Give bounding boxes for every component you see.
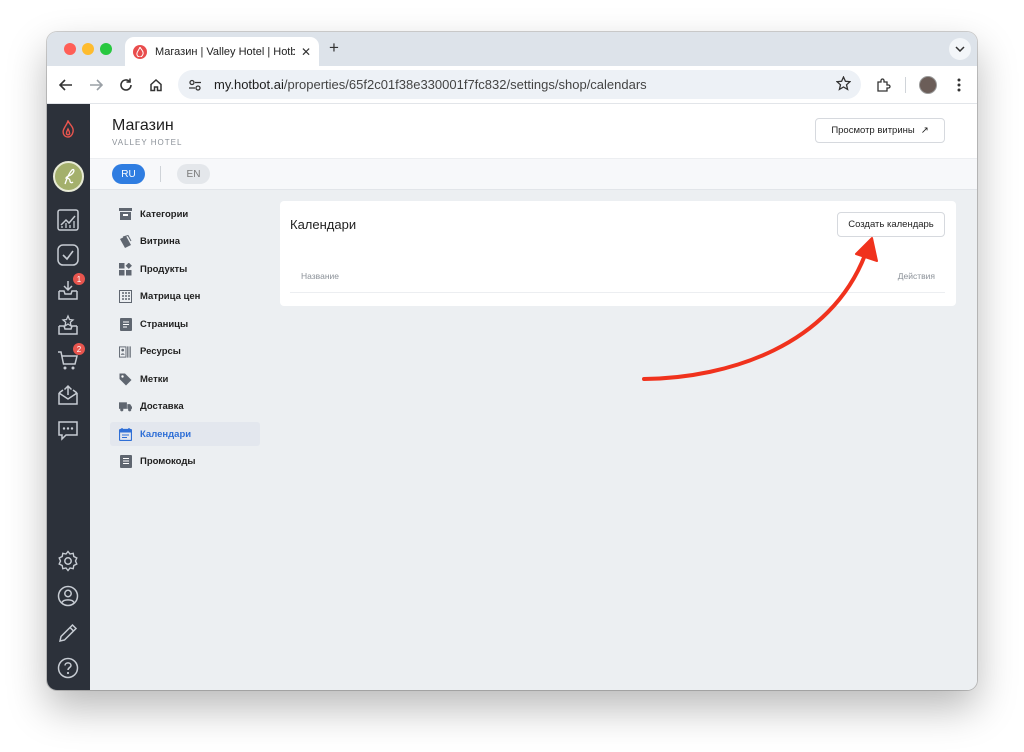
- toolbar-divider: [905, 77, 906, 93]
- user-profile-icon[interactable]: [55, 583, 81, 609]
- column-header-actions: Действия: [897, 271, 935, 281]
- lang-divider: [160, 166, 161, 182]
- app-viewport: 1 2 Магазин VALLEY HOTEL Просмотр витрин…: [47, 104, 977, 690]
- lang-ru-button[interactable]: RU: [112, 164, 145, 184]
- forward-arrow-icon[interactable]: [86, 75, 106, 95]
- cart-badge: 2: [73, 343, 85, 355]
- address-bar[interactable]: my.hotbot.ai/properties/65f2c01f38e33000…: [178, 70, 861, 99]
- calendar-icon: [119, 427, 132, 441]
- analytics-chart-icon[interactable]: [55, 207, 81, 233]
- tab-close-icon[interactable]: ✕: [301, 45, 311, 59]
- kebab-menu-icon[interactable]: [949, 75, 969, 95]
- profile-avatar[interactable]: [919, 76, 937, 94]
- chat-bubble-icon[interactable]: [55, 417, 81, 443]
- sidebar-item-tags[interactable]: Метки: [110, 367, 260, 391]
- new-tab-button[interactable]: +: [329, 38, 339, 58]
- sidebar-item-promocodes[interactable]: Промокоды: [110, 450, 260, 474]
- tab-title: Магазин | Valley Hotel | Hotbot: [155, 45, 295, 58]
- home-icon[interactable]: [146, 75, 166, 95]
- browser-toolbar: my.hotbot.ai/properties/65f2c01f38e33000…: [47, 66, 977, 104]
- bookmark-star-icon[interactable]: [835, 75, 852, 96]
- pages-icon: [119, 317, 132, 331]
- preview-storefront-label: Просмотр витрины: [831, 125, 915, 136]
- site-settings-icon[interactable]: [188, 78, 202, 92]
- back-arrow-icon[interactable]: [56, 75, 76, 95]
- tab-search-chevron-icon[interactable]: [949, 38, 971, 60]
- reload-icon[interactable]: [116, 75, 136, 95]
- edit-pencil-icon[interactable]: [55, 620, 81, 646]
- browser-window: Магазин | Valley Hotel | Hotbot ✕ + my.h…: [47, 32, 977, 690]
- browser-tab[interactable]: Магазин | Valley Hotel | Hotbot ✕: [125, 37, 319, 66]
- sidebar-item-calendars[interactable]: Календари: [110, 422, 260, 446]
- reviews-star-icon[interactable]: [55, 312, 81, 338]
- resources-icon: [119, 345, 132, 358]
- url-text: my.hotbot.ai/properties/65f2c01f38e33000…: [214, 77, 647, 92]
- sidebar-item-price-matrix[interactable]: Матрица цен: [110, 285, 260, 309]
- language-switcher: RU EN: [90, 158, 977, 190]
- settings-gear-icon[interactable]: [55, 548, 81, 574]
- property-avatar[interactable]: [53, 161, 84, 192]
- mail-send-icon[interactable]: [55, 382, 81, 408]
- sidebar-item-pages[interactable]: Страницы: [110, 312, 260, 336]
- hotbot-favicon-icon: [133, 44, 147, 59]
- help-question-icon[interactable]: [55, 655, 81, 681]
- tag-icon: [119, 373, 132, 386]
- category-icon: [119, 208, 132, 221]
- column-header-name[interactable]: Название: [301, 271, 339, 281]
- sidebar-item-categories[interactable]: Категории: [110, 202, 260, 226]
- left-rail: 1 2: [47, 104, 90, 690]
- page-header: Магазин VALLEY HOTEL Просмотр витрины ↗: [90, 104, 977, 158]
- lang-en-button[interactable]: EN: [177, 164, 210, 184]
- inbox-badge: 1: [73, 273, 85, 285]
- sidebar-item-showcase[interactable]: Витрина: [110, 230, 260, 254]
- tasks-check-icon[interactable]: [55, 242, 81, 268]
- sidebar-item-delivery[interactable]: Доставка: [110, 395, 260, 419]
- preview-storefront-button[interactable]: Просмотр витрины ↗: [815, 118, 945, 143]
- products-icon: [119, 262, 132, 276]
- shop-settings-nav: Категории Витрина Продукты Матрица цен С…: [110, 202, 260, 477]
- inbox-download-icon[interactable]: 1: [55, 273, 85, 303]
- sidebar-item-resources[interactable]: Ресурсы: [110, 340, 260, 364]
- page-title: Магазин: [112, 117, 174, 134]
- section-title: Календари: [290, 217, 357, 232]
- extensions-icon[interactable]: [873, 75, 893, 95]
- tab-strip: Магазин | Valley Hotel | Hotbot ✕ +: [47, 32, 977, 66]
- shop-cart-icon[interactable]: 2: [55, 343, 85, 373]
- sidebar-item-products[interactable]: Продукты: [110, 257, 260, 281]
- create-calendar-button[interactable]: Создать календарь: [837, 212, 945, 237]
- property-name: VALLEY HOTEL: [112, 138, 183, 147]
- minimize-window-button[interactable]: [82, 43, 94, 55]
- price-matrix-icon: [119, 290, 132, 303]
- external-link-arrow-icon: ↗: [920, 125, 929, 136]
- hotbot-logo-icon[interactable]: [55, 116, 81, 142]
- truck-icon: [119, 400, 132, 413]
- showcase-icon: [119, 235, 132, 248]
- close-window-button[interactable]: [64, 43, 76, 55]
- calendars-card: Календари Создать календарь Название Дей…: [280, 201, 956, 306]
- maximize-window-button[interactable]: [100, 43, 112, 55]
- table-divider: [290, 292, 945, 293]
- promo-icon: [119, 455, 132, 468]
